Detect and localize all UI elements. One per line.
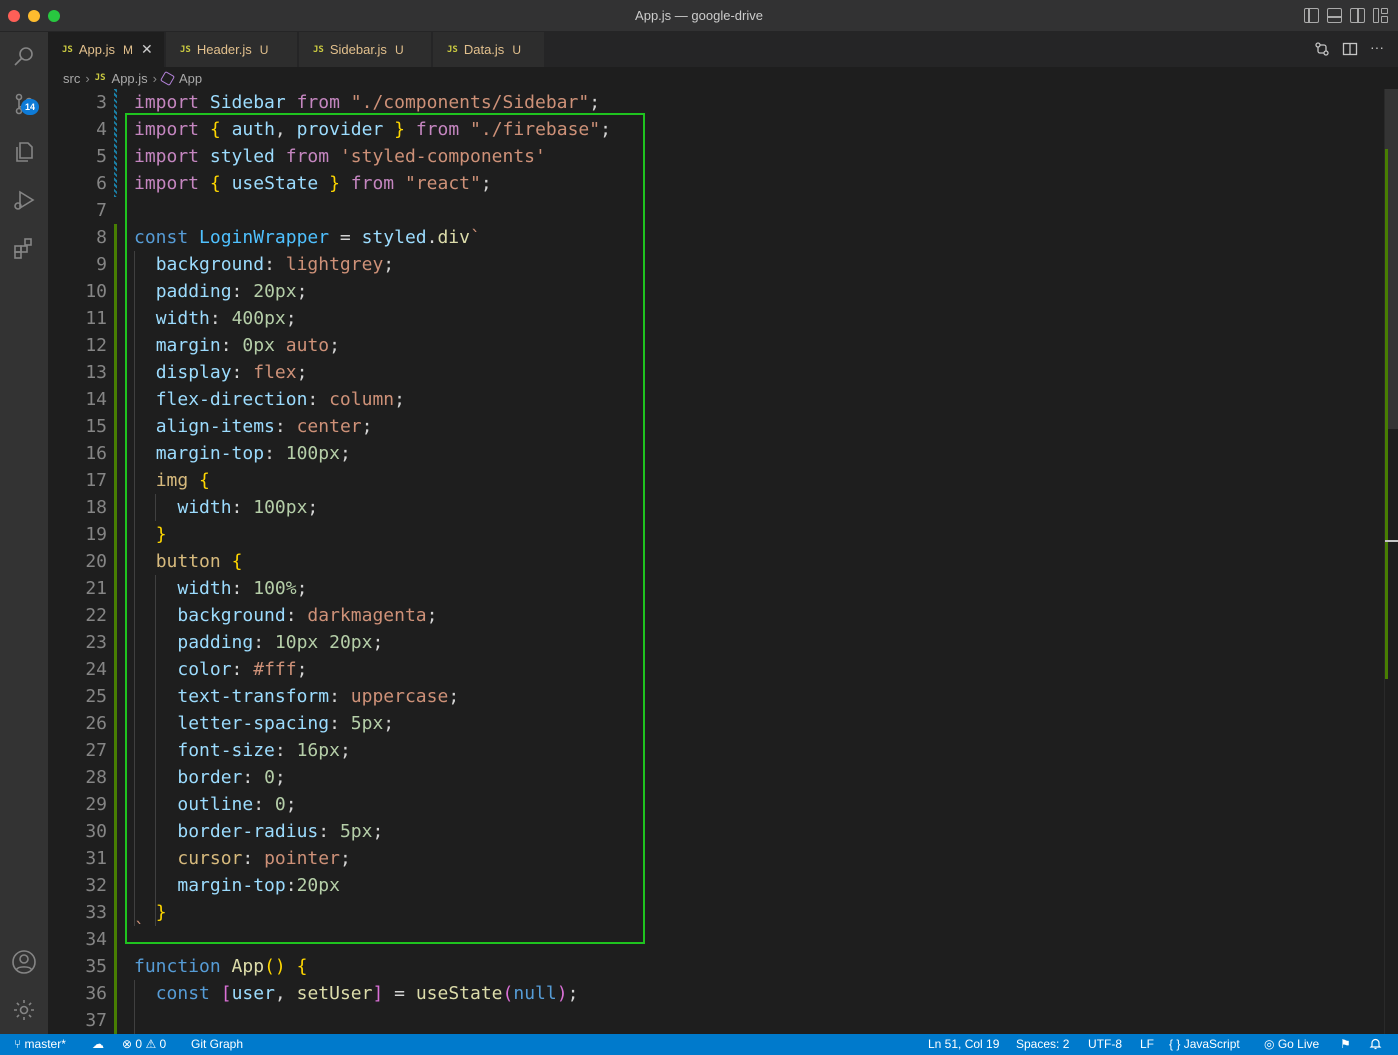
eol-setting[interactable]: LF	[1140, 1037, 1154, 1051]
indentation-setting[interactable]: Spaces: 2	[1016, 1037, 1069, 1051]
explorer-icon[interactable]	[0, 128, 48, 176]
tab-status: M	[122, 42, 133, 57]
tab-label: App.js	[78, 42, 115, 57]
accounts-icon[interactable]	[0, 938, 48, 986]
more-actions-icon[interactable]: ···	[1370, 40, 1384, 57]
tab-label: Header.js	[196, 42, 252, 57]
code-editor[interactable]: 3 import Sidebar from "./components/Sideb…	[48, 89, 1384, 1034]
chevron-right-icon: ›	[85, 70, 90, 86]
tab-label: Sidebar.js	[329, 42, 387, 57]
js-file-icon: JS	[180, 44, 191, 55]
title-bar: App.js — google-drive	[0, 0, 1398, 32]
editor-tab-bar: JS App.js M ✕ JS Header.js U JS Sidebar.…	[48, 32, 1398, 67]
chevron-right-icon: ›	[152, 70, 158, 86]
tab-status: U	[394, 42, 404, 57]
breadcrumb-file[interactable]: App.js	[112, 71, 148, 86]
js-file-icon: JS	[447, 44, 458, 55]
tab-header-js[interactable]: JS Header.js U	[166, 32, 298, 67]
code-line: 37	[85, 1010, 107, 1031]
tab-app-js[interactable]: JS App.js M ✕	[48, 32, 165, 67]
symbol-icon	[160, 70, 176, 86]
highlight-annotation-box	[125, 113, 645, 944]
git-branch-icon: ⑂	[14, 1037, 22, 1051]
overview-added-marker	[1385, 149, 1388, 679]
breadcrumb-symbol[interactable]: App	[179, 71, 202, 86]
feedback-icon[interactable]: ⚑	[1340, 1037, 1351, 1051]
problems-indicator[interactable]: ⊗ 0 ⚠ 0	[122, 1037, 166, 1051]
settings-gear-icon[interactable]	[0, 986, 48, 1034]
tab-sidebar-js[interactable]: JS Sidebar.js U	[299, 32, 432, 67]
source-control-badge: 14	[21, 99, 39, 115]
activity-bar: 14	[0, 32, 48, 1034]
cursor-position[interactable]: Ln 51, Col 19	[928, 1037, 999, 1051]
warning-icon: ⚠	[145, 1037, 157, 1051]
broadcast-icon: ◎	[1264, 1037, 1275, 1051]
encoding-setting[interactable]: UTF-8	[1088, 1037, 1122, 1051]
js-file-icon: JS	[94, 73, 106, 83]
breadcrumb-folder[interactable]: src	[63, 71, 80, 86]
sync-icon[interactable]: ☁	[92, 1037, 104, 1051]
code-line: 36 const [user, setUser] = useState(null…	[85, 983, 579, 1004]
toggle-panel-icon[interactable]	[1327, 8, 1342, 23]
js-file-icon: JS	[62, 44, 73, 55]
language-mode[interactable]: { } JavaScript	[1169, 1037, 1240, 1051]
extensions-icon[interactable]	[0, 224, 48, 272]
open-changes-icon[interactable]	[1314, 41, 1330, 57]
code-line: 35 function App() {	[85, 956, 308, 977]
js-file-icon: JS	[313, 44, 324, 55]
search-icon[interactable]	[0, 32, 48, 80]
breadcrumb: src › JS App.js › App	[48, 67, 1398, 89]
split-editor-icon[interactable]	[1342, 41, 1358, 57]
tab-status: U	[259, 42, 269, 57]
tab-label: Data.js	[463, 42, 505, 57]
go-live-button[interactable]: ◎ Go Live	[1264, 1037, 1319, 1051]
editor-actions: ···	[1314, 40, 1384, 57]
customize-layout-icon[interactable]	[1373, 8, 1388, 23]
braces-icon: { }	[1169, 1037, 1181, 1051]
layout-controls	[1304, 8, 1388, 23]
branch-indicator[interactable]: ⑂ master*	[14, 1037, 66, 1051]
tab-data-js[interactable]: JS Data.js U	[433, 32, 545, 67]
close-icon[interactable]: ✕	[141, 41, 153, 58]
window-title: App.js — google-drive	[635, 8, 763, 23]
overview-cursor-marker	[1385, 540, 1398, 542]
git-graph-button[interactable]: Git Graph	[191, 1037, 243, 1051]
toggle-secondary-sidebar-icon[interactable]	[1350, 8, 1365, 23]
toggle-primary-sidebar-icon[interactable]	[1304, 8, 1319, 23]
tab-status: U	[512, 42, 521, 57]
notifications-bell-icon[interactable]	[1369, 1037, 1382, 1053]
status-bar: ⑂ master* ☁ ⊗ 0 ⚠ 0 Git Graph Ln 51, Col…	[0, 1034, 1398, 1055]
run-debug-icon[interactable]	[0, 176, 48, 224]
error-icon: ⊗	[122, 1037, 133, 1051]
editor-scrollbar[interactable]	[1384, 89, 1398, 1034]
code-line: 3 import Sidebar from "./components/Sideb…	[96, 92, 601, 113]
